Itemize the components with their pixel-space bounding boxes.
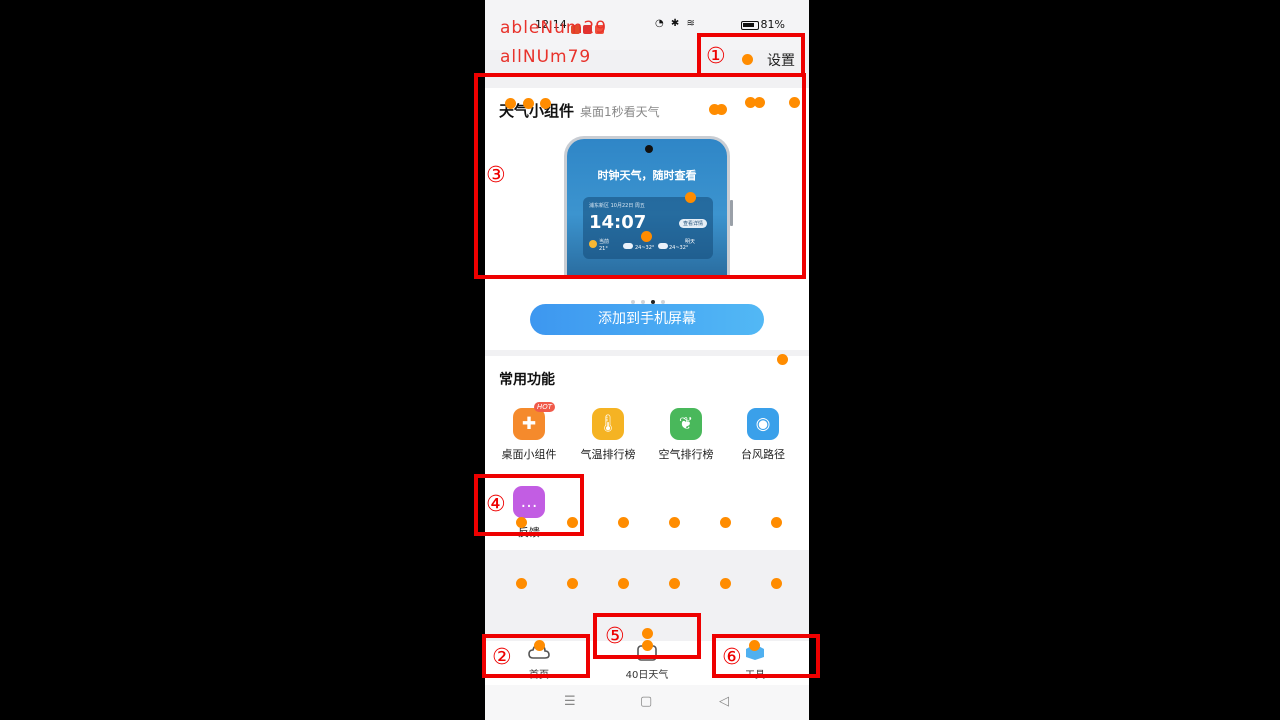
thermometer-icon: 🌡 [592,408,624,440]
func-label: 台风路径 [741,448,785,461]
box-number: ④ [486,492,506,517]
battery-level: 81% [760,18,785,31]
annotation-dot [642,640,653,651]
annotation-dot [720,517,731,528]
functions-title: 常用功能 [499,372,555,388]
annotation-dot [685,192,696,203]
overlay-label: allNUm79 [500,47,592,67]
annotation-dot [534,640,545,651]
menu-icon[interactable]: ☰ [564,694,576,709]
box-number: ⑤ [605,624,625,649]
func-item-desktop-widget[interactable]: ✚ HOT 桌面小组件 [490,402,568,462]
nav-label: 40日天气 [625,670,669,681]
battery-icon [740,20,759,30]
box-number: ② [492,645,512,670]
annotation-dot [777,354,788,365]
annotation-dot [771,578,782,589]
annotation-dot [742,54,753,65]
annotation-dot [523,98,534,109]
annotation-dot [749,640,760,651]
annotation-dot [618,517,629,528]
puzzle-icon: ✚ HOT [513,402,555,440]
add-to-home-button[interactable]: 添加到手机屏幕 [530,304,764,335]
annotation-dot [716,104,727,115]
typhoon-icon: ◉ [747,408,779,440]
func-label: 空气排行榜 [658,448,714,461]
func-label: 桌面小组件 [501,448,557,461]
annotation-dot [642,628,653,639]
annotation-dot [754,97,765,108]
home-icon[interactable]: ▢ [640,694,652,709]
overlay-label: ableNum29 [500,18,608,38]
annotation-dot [669,517,680,528]
status-icons: ◔ ✱ ≋ [655,18,697,29]
annotation-dot [618,578,629,589]
annotation-dot [641,231,652,242]
hot-badge: HOT [533,402,555,412]
box-number: ③ [486,163,506,188]
func-label: 气温排行榜 [580,448,636,461]
annotation-dot [567,578,578,589]
annotation-dot [540,98,551,109]
annotation-dot [567,517,578,528]
func-item-typhoon[interactable]: ◉ 台风路径 [724,408,802,462]
box-number: ⑥ [722,645,742,670]
annotation-dot [720,578,731,589]
annotation-dot [669,578,680,589]
annotation-dot [771,517,782,528]
annotation-dot [505,98,516,109]
annotation-dot [789,97,800,108]
box-number: ① [706,44,726,69]
func-item-air-rank[interactable]: ❦ 空气排行榜 [647,408,725,462]
annotation-dot [516,578,527,589]
leaf-icon: ❦ [670,408,702,440]
annotation-dot [516,517,527,528]
back-icon[interactable]: ◁ [719,694,729,709]
battery-indicator: 81% [740,18,785,31]
system-nav-bar: ☰ ▢ ◁ [485,685,809,720]
func-item-temperature-rank[interactable]: 🌡 气温排行榜 [569,408,647,462]
